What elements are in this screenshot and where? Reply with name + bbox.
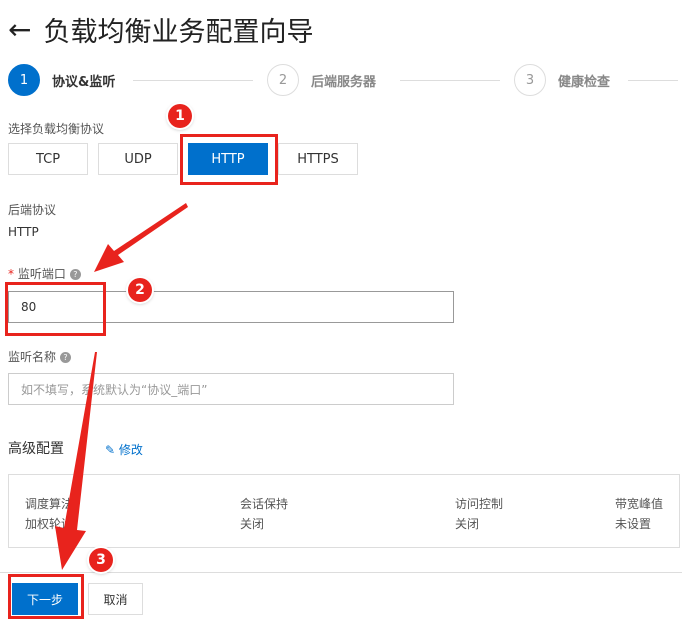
annotation-badge: 1: [168, 104, 192, 128]
annotation-badge: 3: [89, 548, 113, 572]
arrow-annotation: [55, 352, 97, 570]
annotation-arrows: [55, 203, 188, 570]
arrow-annotation: [94, 203, 188, 272]
annotation-badge: 2: [128, 278, 152, 302]
